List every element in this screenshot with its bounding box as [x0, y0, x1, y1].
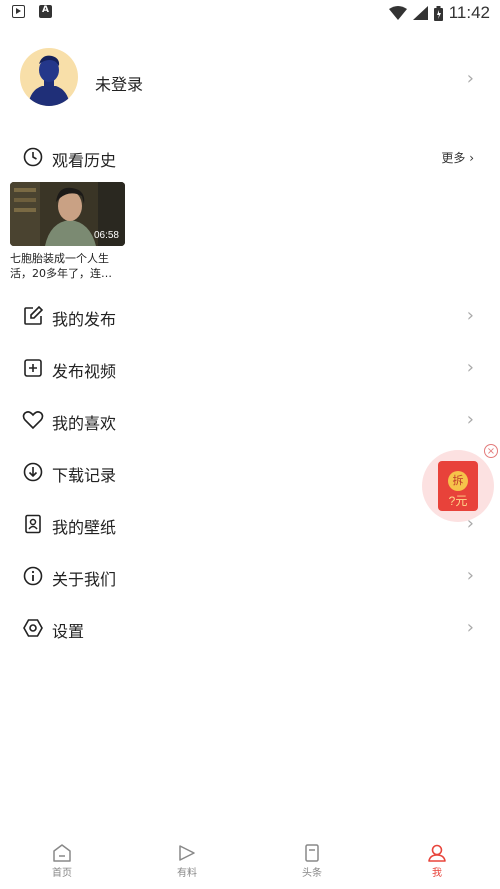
edit-icon [22, 305, 44, 327]
menu-label: 发布视频 [52, 362, 117, 381]
tab-label: 首页 [52, 868, 72, 879]
clock-icon [22, 146, 44, 168]
battery-icon [433, 5, 443, 21]
tab-home[interactable]: 首页 [32, 836, 92, 886]
menu-label: 设置 [52, 622, 85, 641]
bottom-tab-bar: 首页 有料 头条 我 [0, 836, 500, 889]
media-notification-icon [12, 5, 25, 18]
menu-label: 关于我们 [52, 570, 117, 589]
chevron-right-icon: › [466, 357, 474, 378]
user-icon [428, 844, 446, 862]
wallpaper-icon [22, 513, 44, 535]
chevron-right-icon: › [466, 409, 474, 430]
tab-label: 我 [432, 868, 442, 879]
tab-me[interactable]: 我 [407, 836, 467, 886]
video-duration: 06:58 [93, 230, 119, 241]
plus-square-icon [22, 357, 44, 379]
profile-name: 未登录 [95, 75, 144, 94]
avatar [20, 48, 78, 106]
default-avatar-icon [28, 55, 70, 106]
chevron-right-icon: › [466, 565, 474, 586]
signal-icon [412, 6, 428, 20]
tab-featured[interactable]: 有料 [157, 836, 217, 886]
menu-my-posts[interactable]: 我的发布 › [0, 299, 500, 333]
menu-settings[interactable]: 设置 › [0, 611, 500, 645]
tab-label: 有料 [177, 868, 197, 879]
bookmark-icon [305, 844, 319, 862]
menu-my-wallpapers[interactable]: 我的壁纸 › [0, 507, 500, 541]
tab-headlines[interactable]: 头条 [282, 836, 342, 886]
settings-icon [22, 617, 44, 639]
chevron-right-icon: › [466, 68, 474, 89]
close-icon[interactable]: × [484, 444, 498, 458]
red-envelope-promo[interactable]: 拆 ?元 [422, 450, 494, 522]
promo-amount: ?元 [448, 494, 468, 508]
menu-publish-video[interactable]: 发布视频 › [0, 351, 500, 385]
menu-label: 我的发布 [52, 310, 117, 329]
clock: 11:42 [448, 3, 490, 22]
watch-history-header: 观看历史 更多 › [0, 143, 500, 171]
menu-my-likes[interactable]: 我的喜欢 › [0, 403, 500, 437]
home-icon [53, 844, 71, 862]
app-notification-icon: A [39, 5, 52, 18]
wifi-icon [388, 6, 407, 20]
status-bar: A 11:42 [0, 0, 500, 26]
red-envelope-icon: 拆 ?元 [438, 461, 478, 511]
history-video-thumbnail[interactable]: 06:58 [10, 182, 125, 246]
history-more-link[interactable]: 更多 › [441, 149, 474, 166]
profile-row[interactable]: 未登录 › [0, 48, 500, 114]
download-icon [22, 461, 44, 483]
info-icon [22, 565, 44, 587]
menu-label: 我的壁纸 [52, 518, 117, 537]
chevron-right-icon: › [466, 617, 474, 638]
menu-about-us[interactable]: 关于我们 › [0, 559, 500, 593]
play-icon [179, 845, 195, 861]
promo-coin: 拆 [448, 471, 468, 491]
watch-history-title: 观看历史 [52, 151, 117, 170]
history-video-title[interactable]: 七胞胎装成一个人生活，20多年了，连… [10, 251, 128, 281]
heart-icon [22, 409, 44, 431]
tab-label: 头条 [302, 868, 322, 879]
menu-label: 我的喜欢 [52, 414, 117, 433]
menu-label: 下载记录 [52, 466, 117, 485]
chevron-right-icon: › [466, 305, 474, 326]
